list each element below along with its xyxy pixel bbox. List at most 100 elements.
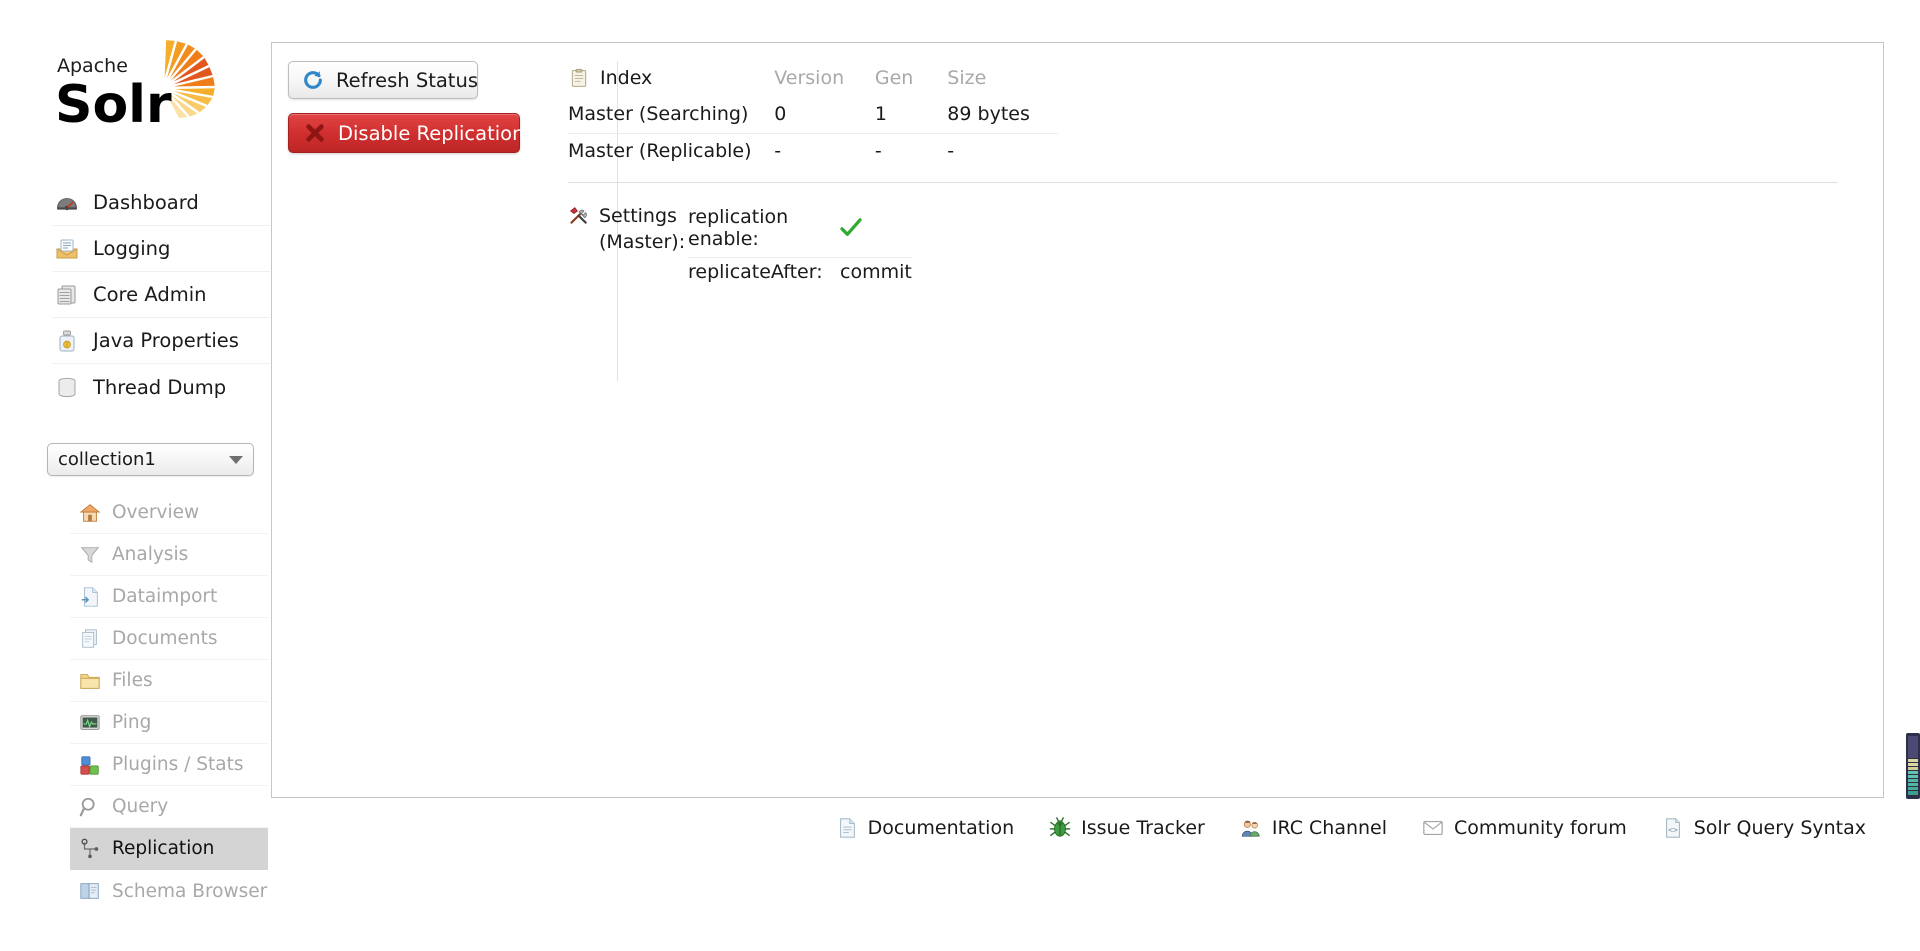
row-label: Master (Searching) xyxy=(568,103,749,125)
solr-admin-page: Apache Solr Dashboard Logging Core Admin… xyxy=(0,0,1920,951)
sidebar-item-dataimport[interactable]: Dataimport xyxy=(70,576,268,618)
analysis-funnel-icon xyxy=(78,543,102,567)
settings-label-line2: (Master): xyxy=(599,231,686,253)
sidebar-item-label: Analysis xyxy=(112,544,189,565)
settings-table: replication enable: replicateAfter: comm… xyxy=(688,203,912,290)
sidebar-item-plugins-stats[interactable]: Plugins / Stats xyxy=(70,744,268,786)
table-row: Master (Replicable) - - - xyxy=(568,134,1058,171)
index-status-block: Index Version Gen Size Master (Searching… xyxy=(568,61,1838,170)
edge-widget[interactable] xyxy=(1906,733,1920,799)
settings-label: Settings (Master): xyxy=(568,203,688,290)
sidebar-item-thread-dump[interactable]: Thread Dump xyxy=(52,364,270,410)
disable-replication-label: Disable Replication xyxy=(338,121,525,145)
sidebar-item-replication[interactable]: Replication xyxy=(70,828,268,870)
sidebar-item-label: Replication xyxy=(112,838,215,859)
settings-label-line1: Settings xyxy=(599,205,677,227)
footer-link-community-forum[interactable]: Community forum xyxy=(1421,816,1627,840)
green-check-icon xyxy=(840,218,912,237)
row-version: - xyxy=(774,140,782,162)
column-header-version: Version xyxy=(774,67,845,89)
logging-icon xyxy=(54,236,80,262)
footer-link-label: Issue Tracker xyxy=(1081,817,1205,839)
main-nav: Dashboard Logging Core Admin Java Proper… xyxy=(52,180,270,410)
footer-link-issue-tracker[interactable]: Issue Tracker xyxy=(1048,816,1205,840)
sidebar: Apache Solr Dashboard Logging Core Admin… xyxy=(0,0,272,951)
sidebar-item-core-admin[interactable]: Core Admin xyxy=(52,272,270,318)
query-magnifier-icon xyxy=(78,795,102,819)
row-size: - xyxy=(947,140,955,162)
sidebar-item-label: Schema Browser xyxy=(112,880,268,902)
sidebar-item-query[interactable]: Query xyxy=(70,786,268,828)
column-header-gen: Gen xyxy=(874,67,914,89)
footer-link-label: Documentation xyxy=(867,817,1015,839)
sidebar-item-label: Plugins / Stats xyxy=(112,754,244,775)
replication-nodes-icon xyxy=(78,837,102,861)
index-table: Index Version Gen Size Master (Searching… xyxy=(568,61,1058,170)
setting-value-check xyxy=(840,203,912,258)
sidebar-item-ping[interactable]: Ping xyxy=(70,702,268,744)
overview-home-icon xyxy=(78,501,102,525)
sidebar-item-label: Query xyxy=(112,796,169,817)
core-selector-dropdown[interactable]: collection1 xyxy=(47,443,254,476)
thread-dump-icon xyxy=(54,374,80,400)
setting-key: replication enable: xyxy=(688,206,789,250)
sidebar-item-logging[interactable]: Logging xyxy=(52,226,270,272)
red-x-cross-icon xyxy=(303,121,327,145)
row-label: Master (Replicable) xyxy=(568,140,752,162)
index-title-label: Index xyxy=(600,67,653,89)
brand-apache-text: Apache xyxy=(57,55,128,77)
brand-solr-text: Solr xyxy=(55,75,172,135)
sidebar-item-java-properties[interactable]: Java Properties xyxy=(52,318,270,364)
sidebar-item-label: Dataimport xyxy=(112,586,218,607)
sidebar-item-label: Overview xyxy=(112,502,200,523)
refresh-circular-arrow-icon xyxy=(301,68,325,92)
sidebar-item-schema-browser[interactable]: Schema Browser xyxy=(70,870,268,912)
sidebar-item-label: Files xyxy=(112,670,153,691)
row-size: 89 bytes xyxy=(947,103,1030,125)
core-admin-icon xyxy=(54,282,80,308)
row-gen: 1 xyxy=(874,103,887,125)
index-title-cell: Index xyxy=(568,61,774,97)
section-divider xyxy=(568,182,1838,183)
footer-link-irc-channel[interactable]: IRC Channel xyxy=(1239,816,1387,840)
people-group-icon xyxy=(1239,816,1263,840)
footer-link-solr-query-syntax[interactable]: <> Solr Query Syntax xyxy=(1661,816,1866,840)
bug-icon xyxy=(1048,816,1072,840)
sidebar-item-label: Ping xyxy=(112,712,152,733)
solr-logo[interactable]: Apache Solr xyxy=(55,39,230,135)
dashboard-icon xyxy=(54,190,80,216)
sidebar-item-analysis[interactable]: Analysis xyxy=(70,534,268,576)
setting-value: commit xyxy=(840,261,912,283)
files-folder-icon xyxy=(78,669,102,693)
settings-row: replication enable: xyxy=(688,203,912,258)
solr-logo-icon: Apache Solr xyxy=(55,39,216,135)
dataimport-icon xyxy=(78,585,102,609)
java-properties-icon xyxy=(54,328,80,354)
documents-icon xyxy=(78,627,102,651)
chevron-down-icon xyxy=(229,455,243,464)
settings-row: replicateAfter: commit xyxy=(688,258,912,291)
setting-key: replicateAfter: xyxy=(688,261,823,283)
footer-link-documentation[interactable]: Documentation xyxy=(835,816,1014,840)
content-panel: Refresh Status Disable Replication Index… xyxy=(271,42,1884,798)
refresh-status-label: Refresh Status xyxy=(336,68,478,92)
core-selector-value: collection1 xyxy=(58,449,156,470)
sidebar-item-dashboard[interactable]: Dashboard xyxy=(52,180,270,226)
envelope-icon xyxy=(1421,816,1445,840)
row-version: 0 xyxy=(774,103,787,125)
sidebar-item-overview[interactable]: Overview xyxy=(70,492,268,534)
code-brackets-icon: <> xyxy=(1661,816,1685,840)
footer-link-label: Community forum xyxy=(1454,817,1627,839)
table-header-row: Index Version Gen Size xyxy=(568,61,1058,97)
sidebar-item-label: Dashboard xyxy=(93,191,199,214)
sidebar-item-documents[interactable]: Documents xyxy=(70,618,268,660)
sidebar-item-label: Core Admin xyxy=(93,283,207,306)
clipboard-icon xyxy=(568,67,590,89)
document-page-icon xyxy=(835,816,859,840)
schema-book-icon xyxy=(78,879,102,903)
sidebar-item-label: Java Properties xyxy=(93,329,239,352)
disable-replication-button[interactable]: Disable Replication xyxy=(288,113,524,153)
settings-master-block: Settings (Master): replication enable: r… xyxy=(568,203,912,290)
sidebar-item-files[interactable]: Files xyxy=(70,660,268,702)
refresh-status-button[interactable]: Refresh Status xyxy=(288,61,478,99)
